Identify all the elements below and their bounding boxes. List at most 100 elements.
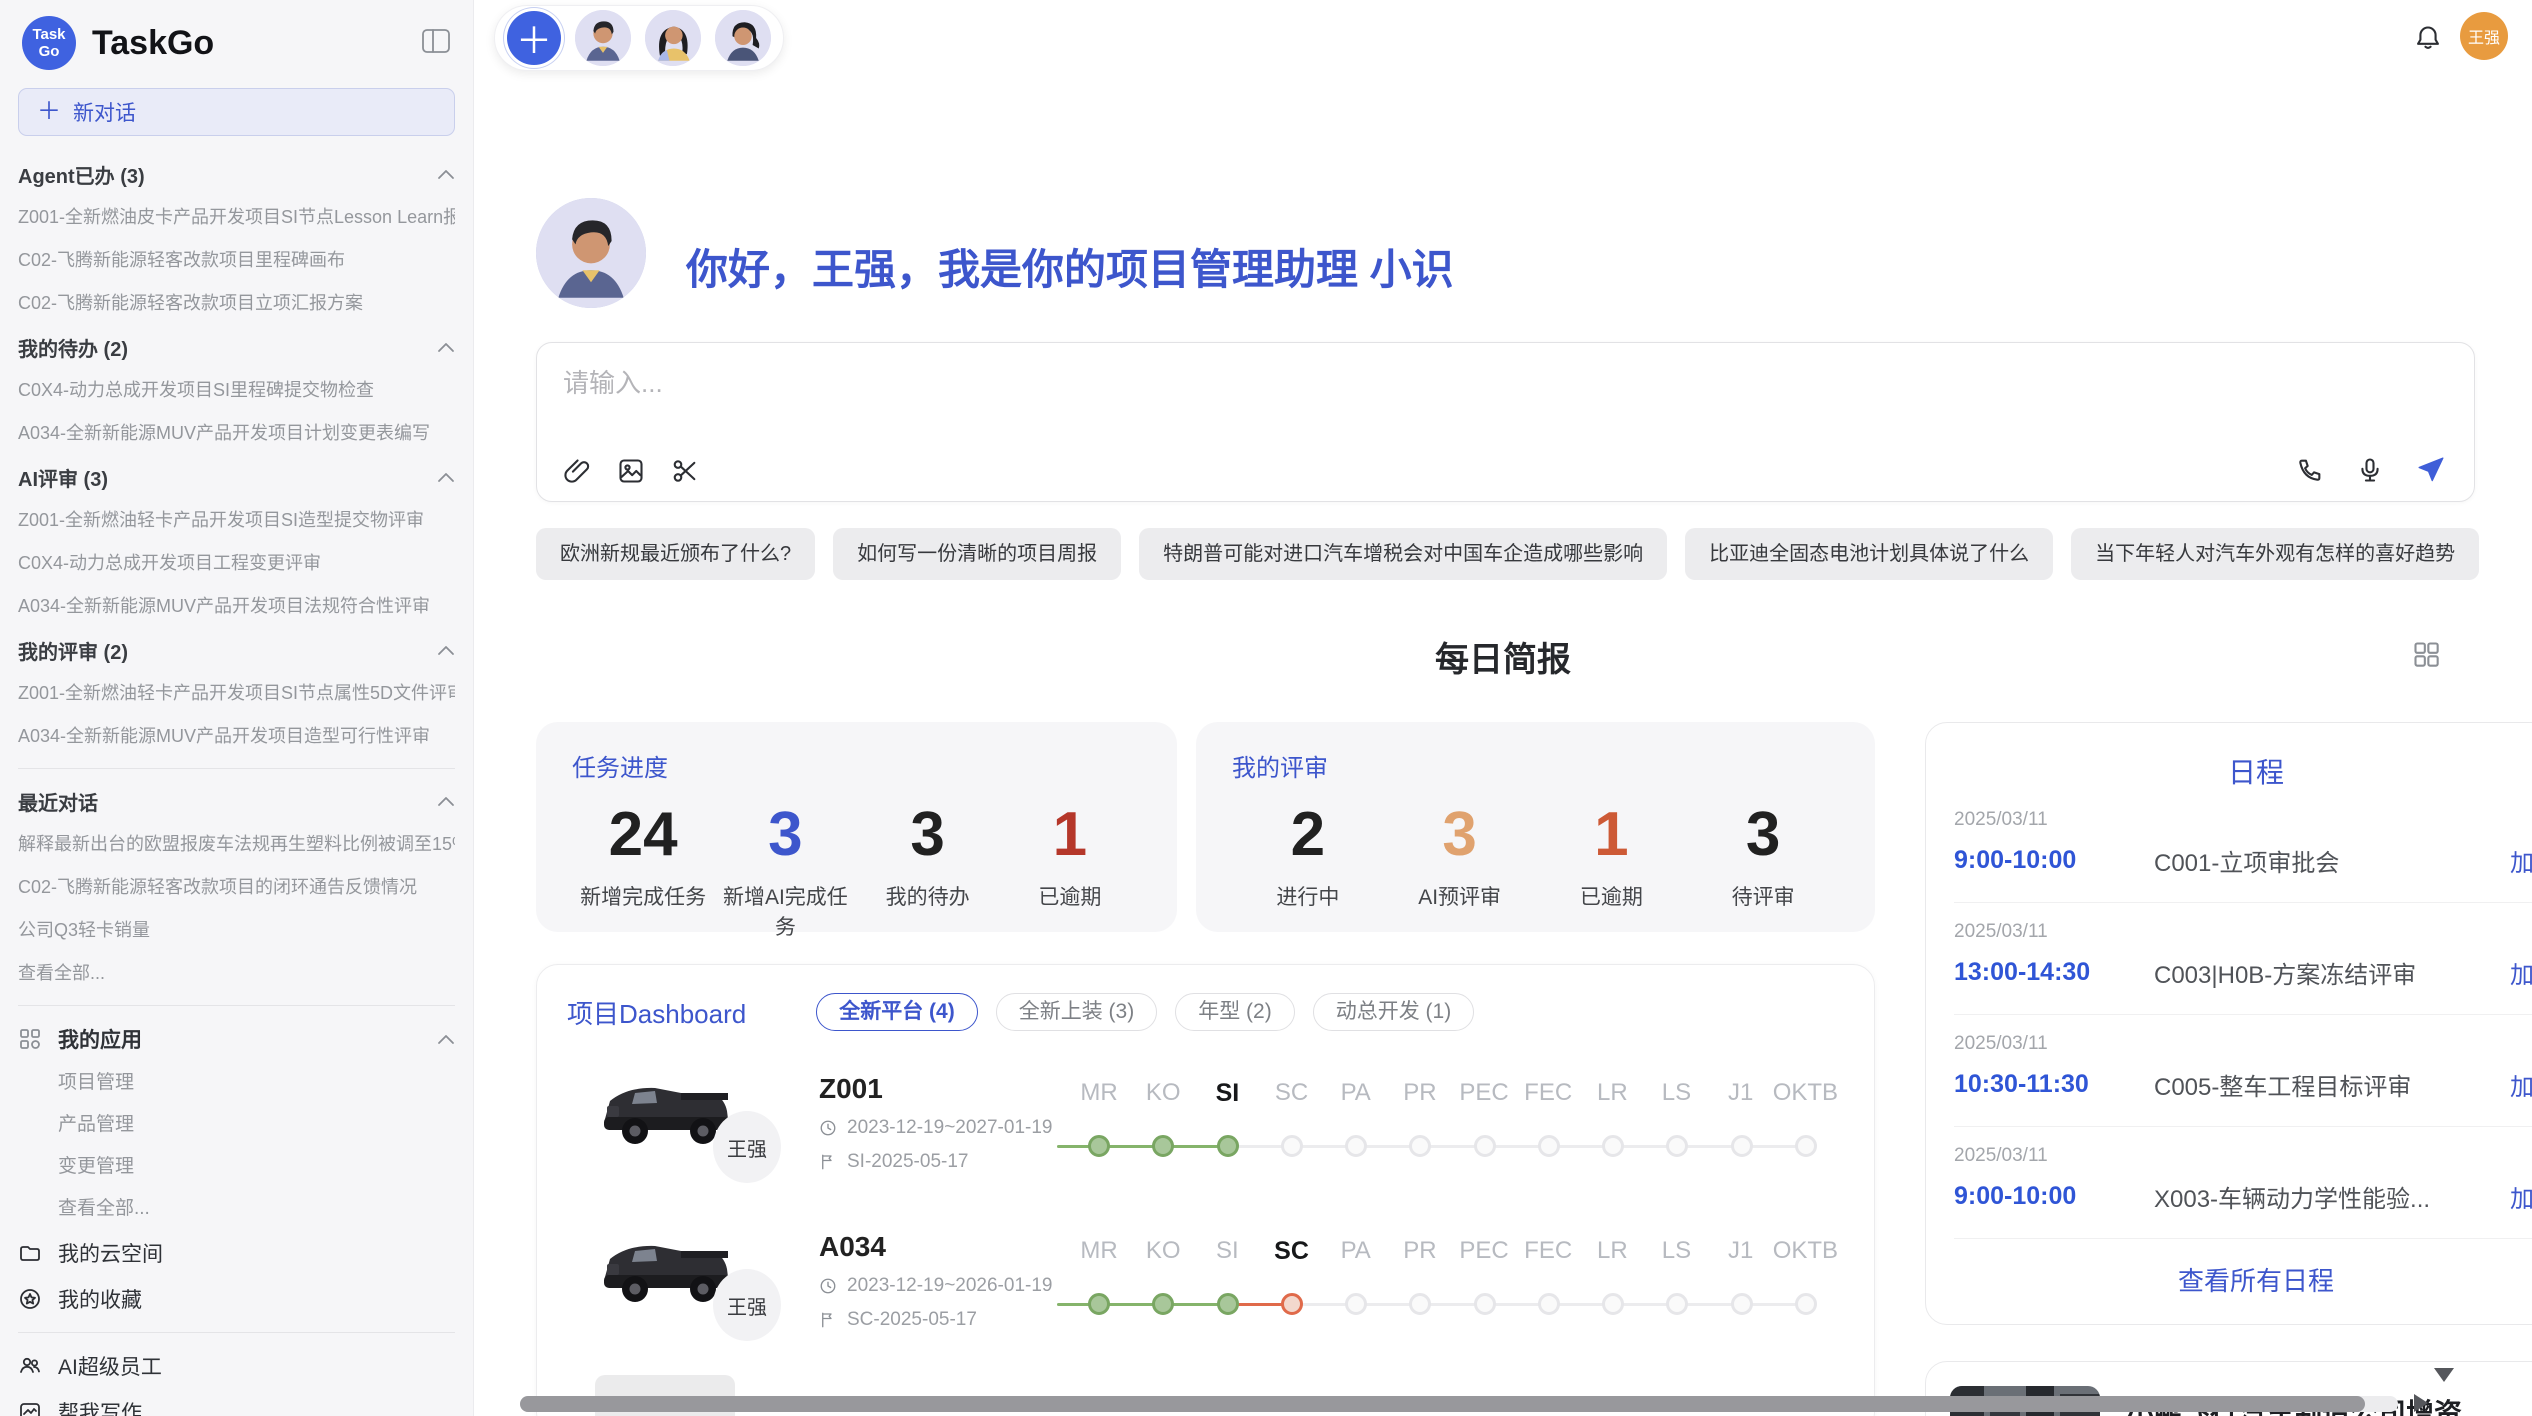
briefing-layout-icon[interactable] (2412, 640, 2440, 673)
sidebar-item-help-me-write[interactable]: 帮我写作 (18, 1389, 455, 1416)
project-row[interactable]: 王强 A034 2023-12-19~2026-01-19 SC-2025-05… (537, 1211, 1874, 1369)
sidebar-section: 我的待办 (2) C0X4-动力总成开发项目SI里程碑提交物检查A034-全新新… (18, 325, 455, 455)
scroll-down-arrow[interactable] (2434, 1368, 2454, 1382)
dashboard-tab[interactable]: 全新平台 (4) (816, 993, 978, 1031)
collapse-sidebar-icon[interactable] (421, 27, 451, 60)
event-name: C005-整车工程目标评审 (2154, 1067, 2510, 1102)
milestone-dot (1088, 1293, 1110, 1315)
project-dashboard-card: 项目Dashboard 全新平台 (4) 全新上装 (3) 年型 (2) 动总开发 (… (536, 964, 1875, 1416)
event-join-link[interactable]: 加入 (2510, 1179, 2532, 1214)
flag-icon (819, 1311, 837, 1329)
plus-icon: ＋ (37, 100, 61, 124)
sidebar-task-item[interactable]: C0X4-动力总成开发项目SI里程碑提交物检查 (18, 369, 455, 412)
event-main: 9:00-10:00 X003-车辆动力学性能验... 加入 (1954, 1179, 2532, 1214)
sidebar-task-item[interactable]: C02-飞腾新能源轻客改款项目里程碑画布 (18, 239, 455, 282)
dashboard-tabs: 全新平台 (4) 全新上装 (3) 年型 (2) 动总开发 (1) (816, 993, 1474, 1031)
recent-chats-header[interactable]: 最近对话 (18, 779, 455, 823)
milestone-dot (1474, 1135, 1496, 1157)
milestone-labels: MRKOSISCPAPRPECFECLRLSJ1OKTB (1067, 1237, 1838, 1266)
suggestion-chip[interactable]: 比亚迪全固态电池计划具体说了什么 (1685, 528, 2053, 580)
milestone-track: MRKOSISCPAPRPECFECLRLSJ1OKTB (1067, 1237, 1838, 1347)
project-row[interactable]: 王强 Z001 2023-12-19~2027-01-19 SI-2025-05… (537, 1053, 1874, 1211)
milestone-dot (1731, 1293, 1753, 1315)
dashboard-header: 项目Dashboard 全新平台 (4) 全新上装 (3) 年型 (2) 动总开发 (… (537, 965, 1874, 1031)
event-join-link[interactable]: 加入 (2510, 955, 2532, 990)
new-chat-button[interactable]: ＋ 新对话 (18, 88, 455, 136)
recent-view-all[interactable]: 查看全部... (18, 952, 455, 995)
agent-avatar-1[interactable] (575, 10, 631, 66)
milestone-track: MRKOSISCPAPRPECFECLRLSJ1OKTB (1067, 1079, 1838, 1189)
attachment-icon[interactable] (563, 457, 591, 485)
schedule-events: 2025/03/11 9:00-10:00 C001-立项审批会 加入 2025… (1926, 791, 2532, 1239)
milestone-dot (1409, 1135, 1431, 1157)
sidebar-task-item[interactable]: C0X4-动力总成开发项目工程变更评审 (18, 542, 455, 585)
input-tools-right (2296, 455, 2446, 485)
sidebar-section: AI评审 (3) Z001-全新燃油轻卡产品开发项目SI造型提交物评审C0X4-… (18, 455, 455, 628)
sidebar-task-item[interactable]: C02-飞腾新能源轻客改款项目的闭环通告反馈情况 (18, 866, 455, 909)
project-flag-label: SC-2025-05-17 (847, 1309, 977, 1331)
section-header[interactable]: AI评审 (3) (18, 455, 455, 499)
sidebar-item-ai-super-staff[interactable]: AI超级员工 (18, 1343, 455, 1389)
event-join-link[interactable]: 加入 (2510, 1067, 2532, 1102)
horizontal-scrollbar-thumb[interactable] (520, 1396, 2365, 1412)
dashboard-tab[interactable]: 年型 (2) (1175, 993, 1295, 1031)
milestone-dot (1281, 1293, 1303, 1315)
scissors-icon[interactable] (671, 457, 699, 485)
view-all-schedule-link[interactable]: 查看所有日程 (1926, 1239, 2532, 1324)
section-header[interactable]: 我的待办 (2) (18, 325, 455, 369)
project-list: 王强 Z001 2023-12-19~2027-01-19 SI-2025-05… (537, 1053, 1874, 1369)
horizontal-scrollbar-track[interactable] (520, 1396, 2398, 1412)
sidebar-task-item[interactable]: Z001-全新燃油皮卡产品开发项目SI节点Lesson Learn报告 (18, 196, 455, 239)
my-app-item[interactable]: 产品管理 (18, 1104, 455, 1146)
milestone-label: MR (1067, 1079, 1131, 1108)
suggestion-chip[interactable]: 如何写一份清晰的项目周报 (833, 528, 1121, 580)
suggestion-chip[interactable]: 当下年轻人对汽车外观有怎样的喜好趋势 (2071, 528, 2479, 580)
sidebar-task-item[interactable]: 公司Q3轻卡销量 (18, 909, 455, 952)
chevron-up-icon (437, 466, 455, 489)
milestone-dot (1666, 1135, 1688, 1157)
sidebar-task-item[interactable]: C02-飞腾新能源轻客改款项目立项汇报方案 (18, 282, 455, 325)
star-circle-icon (18, 1287, 42, 1311)
section-header[interactable]: Agent已办 (3) (18, 152, 455, 196)
dashboard-title: 项目Dashboard (567, 994, 746, 1031)
image-icon[interactable] (617, 457, 645, 485)
user-avatar[interactable]: 王强 (2460, 12, 2508, 60)
briefing-columns: 任务进度 24 新增完成任务 3 新增AI完成任务 3 我的待办 1 已逾期 我… (536, 722, 2475, 1416)
suggestion-chip[interactable]: 欧洲新规最近颁布了什么? (536, 528, 815, 580)
chat-input-box[interactable]: 请输入... (536, 342, 2475, 502)
sidebar-task-item[interactable]: A034-全新新能源MUV产品开发项目计划变更表编写 (18, 412, 455, 455)
suggestion-chip[interactable]: 特朗普可能对进口汽车增税会对中国车企造成哪些影响 (1139, 528, 1667, 580)
project-rows: 王强 Z001 2023-12-19~2027-01-19 SI-2025-05… (537, 1053, 1874, 1416)
my-app-item[interactable]: 项目管理 (18, 1062, 455, 1104)
my-app-item[interactable]: 变更管理 (18, 1146, 455, 1188)
scroll-right-arrow[interactable] (2414, 1394, 2428, 1412)
sidebar-item-my-apps[interactable]: 我的应用 (18, 1016, 455, 1062)
dashboard-tab[interactable]: 动总开发 (1) (1313, 993, 1475, 1031)
sidebar-task-item[interactable]: 解释最新出台的欧盟报废车法规再生塑料比例被调至15%... (18, 823, 455, 866)
add-agent-button[interactable]: ＋ (507, 11, 561, 65)
agent-avatar-2[interactable] (645, 10, 701, 66)
phone-icon[interactable] (2296, 456, 2324, 484)
dashboard-tab[interactable]: 全新上装 (3) (996, 993, 1158, 1031)
sidebar-task-item[interactable]: Z001-全新燃油轻卡产品开发项目SI节点属性5D文件评审 (18, 672, 455, 715)
recent-chats-title: 最近对话 (18, 787, 98, 816)
sidebar-item-cloud-space[interactable]: 我的云空间 (18, 1230, 455, 1276)
chat-input-placeholder: 请输入... (563, 363, 663, 400)
stat-label: 新增AI完成任务 (714, 881, 856, 941)
event-main: 10:30-11:30 C005-整车工程目标评审 加入 (1954, 1067, 2532, 1102)
notification-bell-icon[interactable] (2414, 24, 2442, 57)
agent-avatar-3[interactable] (715, 10, 771, 66)
event-join-link[interactable]: 加入 (2510, 843, 2532, 878)
sidebar-task-item[interactable]: A034-全新新能源MUV产品开发项目造型可行性评审 (18, 715, 455, 758)
milestone-dot (1345, 1293, 1367, 1315)
section-header[interactable]: 我的评审 (2) (18, 628, 455, 672)
sidebar-item-favorites[interactable]: 我的收藏 (18, 1276, 455, 1322)
microphone-icon[interactable] (2356, 456, 2384, 484)
milestone-label: PEC (1452, 1079, 1516, 1108)
sidebar-task-item[interactable]: Z001-全新燃油轻卡产品开发项目SI造型提交物评审 (18, 499, 455, 542)
sidebar-task-item[interactable]: A034-全新新能源MUV产品开发项目法规符合性评审 (18, 585, 455, 628)
apps-view-all[interactable]: 查看全部... (18, 1188, 455, 1230)
section-title: 我的待办 (2) (18, 333, 128, 362)
send-icon[interactable] (2416, 455, 2446, 485)
stat-card-title: 我的评审 (1232, 748, 1839, 783)
